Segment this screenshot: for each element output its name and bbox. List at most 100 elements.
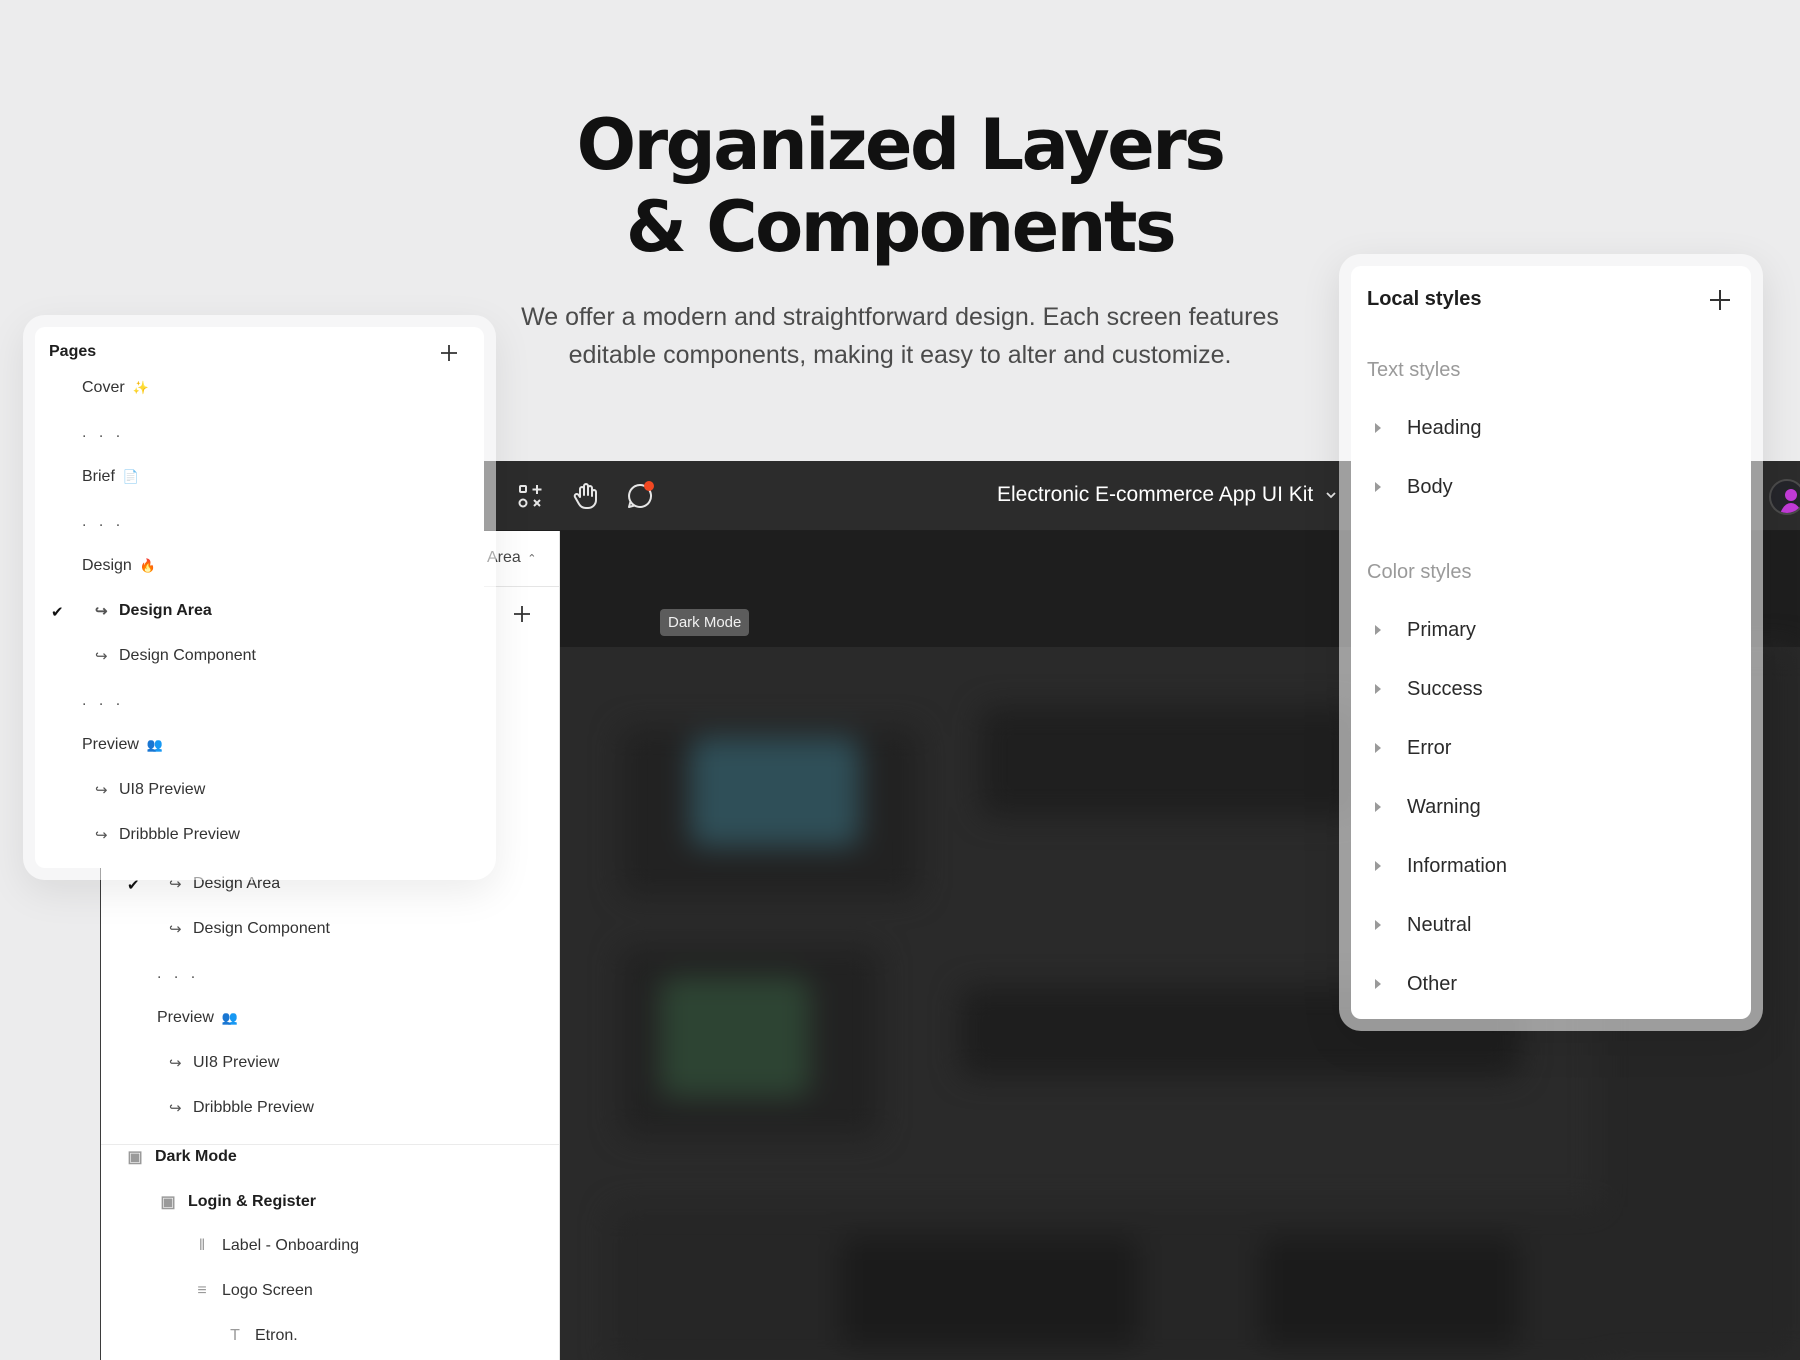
layer-item[interactable]: ≡ Logo Screen [192, 1276, 312, 1306]
style-item-primary[interactable]: Primary [1375, 615, 1476, 645]
comment-icon[interactable] [624, 480, 656, 512]
link-arrow-icon: ↪ [95, 603, 108, 620]
hero-title: Organized Layers & Components [0, 104, 1800, 268]
columns-icon: ‖ [198, 1237, 206, 1254]
link-arrow-icon: ↪ [95, 782, 108, 799]
page-label: Design [82, 557, 132, 574]
page-label: Brief [82, 468, 115, 485]
style-label: Neutral [1407, 913, 1472, 936]
caret-right-icon [1375, 861, 1381, 871]
add-page-icon[interactable] [439, 343, 459, 363]
caret-right-icon [1375, 625, 1381, 635]
blur-card [980, 707, 1360, 817]
link-arrow-icon: ↪ [95, 648, 108, 665]
avatar[interactable] [1769, 479, 1800, 515]
link-arrow-icon: ↪ [95, 827, 108, 844]
file-title[interactable]: Electronic E-commerce App UI Kit [997, 483, 1313, 507]
notification-dot [644, 481, 654, 491]
style-item-warning[interactable]: Warning [1375, 792, 1481, 822]
page-item-design[interactable]: Design 🔥 [82, 551, 156, 581]
link-arrow-icon: ↪ [169, 1055, 182, 1072]
caret-right-icon [1375, 802, 1381, 812]
page-item-ui8-preview[interactable]: ↪ UI8 Preview [95, 775, 205, 805]
page-item-cover[interactable]: Cover ✨ [82, 373, 149, 403]
people-icon: 👥 [221, 1010, 239, 1025]
layer-item[interactable]: Preview 👥 [157, 1003, 238, 1033]
layer-label: UI8 Preview [193, 1054, 280, 1071]
caret-right-icon [1375, 743, 1381, 753]
document-icon: 📄 [122, 469, 140, 484]
link-arrow-icon: ↪ [169, 1100, 182, 1117]
caret-right-icon [1375, 482, 1381, 492]
layer-item[interactable]: ▣ Dark Mode [125, 1142, 237, 1172]
style-item-heading[interactable]: Heading [1375, 413, 1482, 443]
layer-label: Dribbble Preview [193, 1099, 314, 1116]
pages-panel-card: Pages Cover ✨ . . . Brief 📄 . . . Design… [23, 315, 496, 880]
hero-subtitle: We offer a modern and straightforward de… [500, 298, 1300, 374]
caret-right-icon [1375, 979, 1381, 989]
text-styles-label: Text styles [1367, 359, 1461, 381]
blur-card [1260, 1237, 1520, 1347]
layer-label: Design Component [193, 920, 330, 937]
text-icon: T [230, 1327, 240, 1344]
layer-item: . . . [157, 965, 200, 982]
frame-tag[interactable]: Dark Mode [660, 609, 750, 636]
layer-label: Preview [157, 1009, 214, 1026]
page-item-design-area[interactable]: ↪ Design Area [95, 596, 212, 626]
style-item-error[interactable]: Error [1375, 733, 1451, 763]
style-item-success[interactable]: Success [1375, 674, 1483, 704]
style-item-other[interactable]: Other [1375, 969, 1457, 999]
hero-subtitle-line-1: We offer a modern and straightforward de… [521, 303, 1279, 331]
local-styles-title: Local styles [1367, 288, 1482, 310]
page-item-brief[interactable]: Brief 📄 [82, 462, 139, 492]
style-label: Information [1407, 854, 1508, 877]
frame-icon: ▣ [127, 1149, 143, 1166]
page-separator: . . . [82, 692, 125, 709]
style-label: Body [1407, 475, 1453, 498]
layer-label: Etron. [255, 1327, 298, 1344]
caret-right-icon [1375, 684, 1381, 694]
page-label: Preview [82, 736, 139, 753]
layer-label: Label - Onboarding [222, 1237, 359, 1254]
add-layer-icon[interactable] [511, 603, 533, 625]
blur-card [690, 737, 860, 847]
caret-right-icon [1375, 423, 1381, 433]
layer-label: Dark Mode [155, 1148, 237, 1165]
sparkles-icon: ✨ [132, 380, 149, 395]
page-item-dribbble-preview[interactable]: ↪ Dribbble Preview [95, 820, 240, 850]
layer-item[interactable]: ↪ Dribbble Preview [169, 1093, 314, 1123]
style-item-information[interactable]: Information [1375, 851, 1507, 881]
layer-item[interactable]: ▣ Login & Register [158, 1187, 316, 1217]
pages-panel: Pages Cover ✨ . . . Brief 📄 . . . Design… [35, 327, 484, 868]
chevron-down-icon[interactable] [1323, 487, 1339, 503]
components-icon[interactable] [514, 480, 546, 512]
layer-item[interactable]: T Etron. [225, 1321, 298, 1351]
page-label: Design Component [119, 647, 256, 664]
page-label: Design Area [119, 602, 212, 619]
style-label: Primary [1407, 618, 1476, 641]
hand-tool-icon[interactable] [570, 480, 602, 512]
blur-card [840, 1237, 1140, 1347]
page-separator: . . . [82, 424, 125, 441]
local-styles-panel: Local styles Text styles Heading Body Co… [1351, 266, 1751, 1019]
layer-item[interactable]: ↪ UI8 Preview [169, 1048, 279, 1078]
style-item-body[interactable]: Body [1375, 472, 1453, 502]
style-label: Other [1407, 972, 1458, 995]
page-item-design-component[interactable]: ↪ Design Component [95, 641, 256, 671]
style-label: Heading [1407, 416, 1482, 439]
fire-icon: 🔥 [139, 558, 156, 573]
frame-icon: ▣ [160, 1194, 176, 1211]
layer-item[interactable]: ‖ Label - Onboarding [192, 1231, 359, 1261]
caret-right-icon [1375, 920, 1381, 930]
page-label: Cover [82, 379, 125, 396]
page-item-preview[interactable]: Preview 👥 [82, 730, 163, 760]
link-arrow-icon: ↪ [169, 921, 182, 938]
add-style-icon[interactable] [1708, 288, 1732, 312]
hero-subtitle-line-2: editable components, making it easy to a… [568, 341, 1232, 369]
local-styles-card: Local styles Text styles Heading Body Co… [1339, 254, 1763, 1031]
people-icon: 👥 [146, 737, 164, 752]
style-label: Warning [1407, 795, 1481, 818]
style-label: Error [1407, 736, 1452, 759]
style-item-neutral[interactable]: Neutral [1375, 910, 1471, 940]
layer-item[interactable]: ↪ Design Component [169, 914, 330, 944]
